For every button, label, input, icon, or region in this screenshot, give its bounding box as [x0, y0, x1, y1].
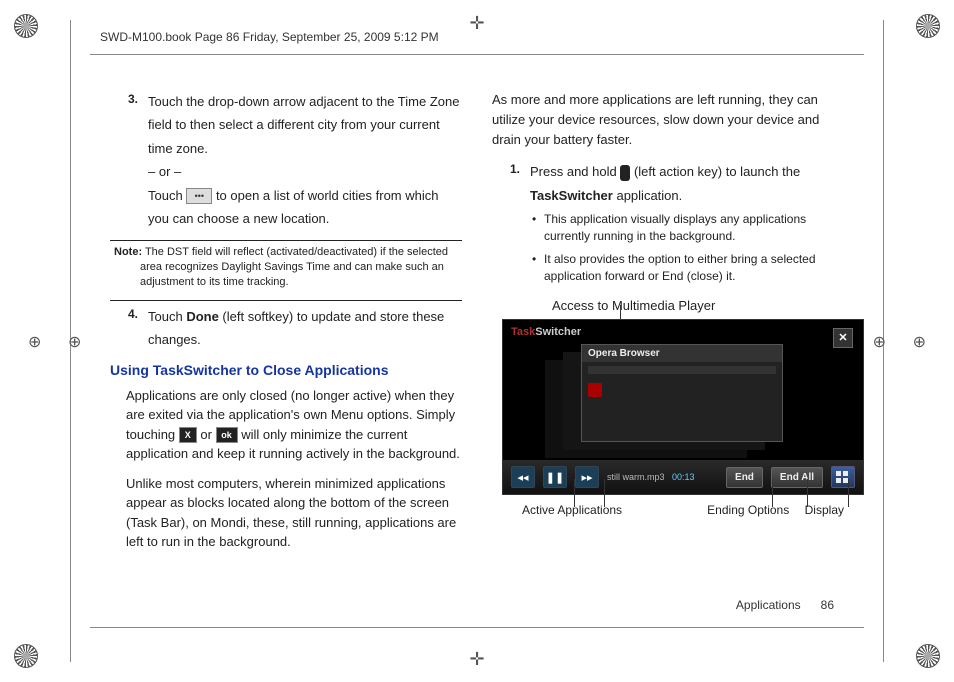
callout-ending-options: Ending Options — [707, 503, 804, 517]
bullet-1: • This application visually displays any… — [492, 211, 844, 245]
action-key-icon — [620, 165, 630, 181]
step-number: 3. — [110, 90, 148, 230]
footer-page: 86 — [821, 598, 834, 612]
section-heading: Using TaskSwitcher to Close Applications — [110, 362, 462, 378]
opera-icon — [588, 383, 602, 397]
step-number: 4. — [110, 305, 148, 352]
running-header: SWD-M100.book Page 86 Friday, September … — [100, 30, 439, 44]
song-name: still warm.mp3 — [607, 472, 665, 482]
intro-para: As more and more applications are left r… — [492, 90, 844, 150]
step-4-bold: Done — [186, 309, 219, 324]
shot-title-switcher: Switcher — [535, 326, 581, 338]
crop-mark-icon — [14, 14, 38, 38]
step-number: 1. — [492, 160, 530, 207]
shot-title: TaskSwitcher — [511, 326, 581, 338]
page-footer: Applications 86 — [736, 598, 834, 612]
step-4-pre: Touch — [148, 309, 186, 324]
step-3b-pre: Touch — [148, 188, 186, 203]
crop-mark-icon — [14, 644, 38, 668]
ellipsis-button-icon: ••• — [186, 188, 212, 204]
register-mark-icon: ✛ — [469, 650, 484, 668]
bullet-1-text: This application visually displays any a… — [544, 211, 844, 245]
register-mark-icon: ✛ — [469, 14, 484, 32]
step1-bold: TaskSwitcher — [530, 188, 613, 203]
note-rule-bottom — [110, 300, 462, 301]
next-track-icon: ▸▸ — [575, 466, 599, 488]
callout-display: Display — [805, 503, 844, 517]
step1-b: (left action key) to launch the — [634, 164, 800, 179]
end-all-button: End All — [771, 467, 823, 488]
step1-a: Press and hold — [530, 164, 620, 179]
step-4: 4. Touch Done (left softkey) to update a… — [110, 305, 462, 352]
side-cropmark-icon: ⊕ — [913, 332, 926, 352]
callout-line — [772, 479, 773, 507]
shot-window-card: Opera Browser — [581, 344, 783, 442]
trim-line — [90, 54, 864, 55]
footer-section: Applications — [736, 598, 801, 612]
song-time: 00:13 — [672, 472, 695, 482]
body-para-1: Applications are only closed (no longer … — [110, 386, 462, 464]
shot-window-title: Opera Browser — [582, 345, 782, 362]
left-column: 3. Touch the drop-down arrow adjacent to… — [110, 90, 462, 612]
bullet-dot-icon: • — [532, 251, 544, 285]
pause-icon: ❚❚ — [543, 466, 567, 488]
body-para-2: Unlike most computers, wherein minimized… — [110, 474, 462, 552]
side-cropmark-icon: ⊕ — [68, 332, 81, 352]
ok-icon: ok — [216, 427, 238, 443]
close-x-icon: X — [179, 427, 197, 443]
shot-close-icon: ✕ — [833, 328, 853, 348]
callout-line — [807, 479, 808, 507]
page-content: 3. Touch the drop-down arrow adjacent to… — [110, 90, 844, 612]
bullet-2: • It also provides the option to either … — [492, 251, 844, 285]
shot-song: still warm.mp3 00:13 — [607, 472, 718, 482]
step-3a-text: Touch the drop-down arrow adjacent to th… — [148, 94, 459, 156]
crop-mark-icon — [916, 14, 940, 38]
step1-c: application. — [613, 188, 682, 203]
shot-title-task: Task — [511, 326, 535, 338]
step-3: 3. Touch the drop-down arrow adjacent to… — [110, 90, 462, 230]
callout-top: Access to Multimedia Player — [552, 298, 844, 313]
right-column: As more and more applications are left r… — [492, 90, 844, 612]
note-label: Note: — [114, 246, 142, 258]
display-grid-icon — [831, 466, 855, 488]
note-body: The DST field will reflect (activated/de… — [140, 246, 448, 288]
callout-line — [574, 479, 575, 507]
callout-bottom-row: Active Applications Ending Options Displ… — [522, 503, 844, 517]
shot-window-body — [582, 362, 782, 403]
note-block: Note: The DST field will reflect (activa… — [110, 245, 462, 290]
callout-line — [848, 479, 849, 507]
callout-active-apps: Active Applications — [522, 503, 707, 517]
shot-bottom-bar: ◂◂ ❚❚ ▸▸ still warm.mp3 00:13 End End Al… — [503, 460, 863, 494]
taskswitcher-screenshot: TaskSwitcher ✕ Opera Browser ◂◂ ❚❚ ▸▸ st… — [502, 319, 864, 495]
or-divider: – or – — [148, 164, 181, 179]
note-rule-top — [110, 240, 462, 241]
side-cropmark-icon: ⊕ — [873, 332, 886, 352]
para1-b: or — [200, 427, 215, 442]
prev-track-icon: ◂◂ — [511, 466, 535, 488]
trim-line — [90, 627, 864, 628]
side-cropmark-icon: ⊕ — [28, 332, 41, 352]
end-button: End — [726, 467, 763, 488]
crop-mark-icon — [916, 644, 940, 668]
callout-line — [604, 479, 605, 507]
bullet-2-text: It also provides the option to either br… — [544, 251, 844, 285]
bullet-dot-icon: • — [532, 211, 544, 245]
step-1: 1. Press and hold (left action key) to l… — [492, 160, 844, 207]
